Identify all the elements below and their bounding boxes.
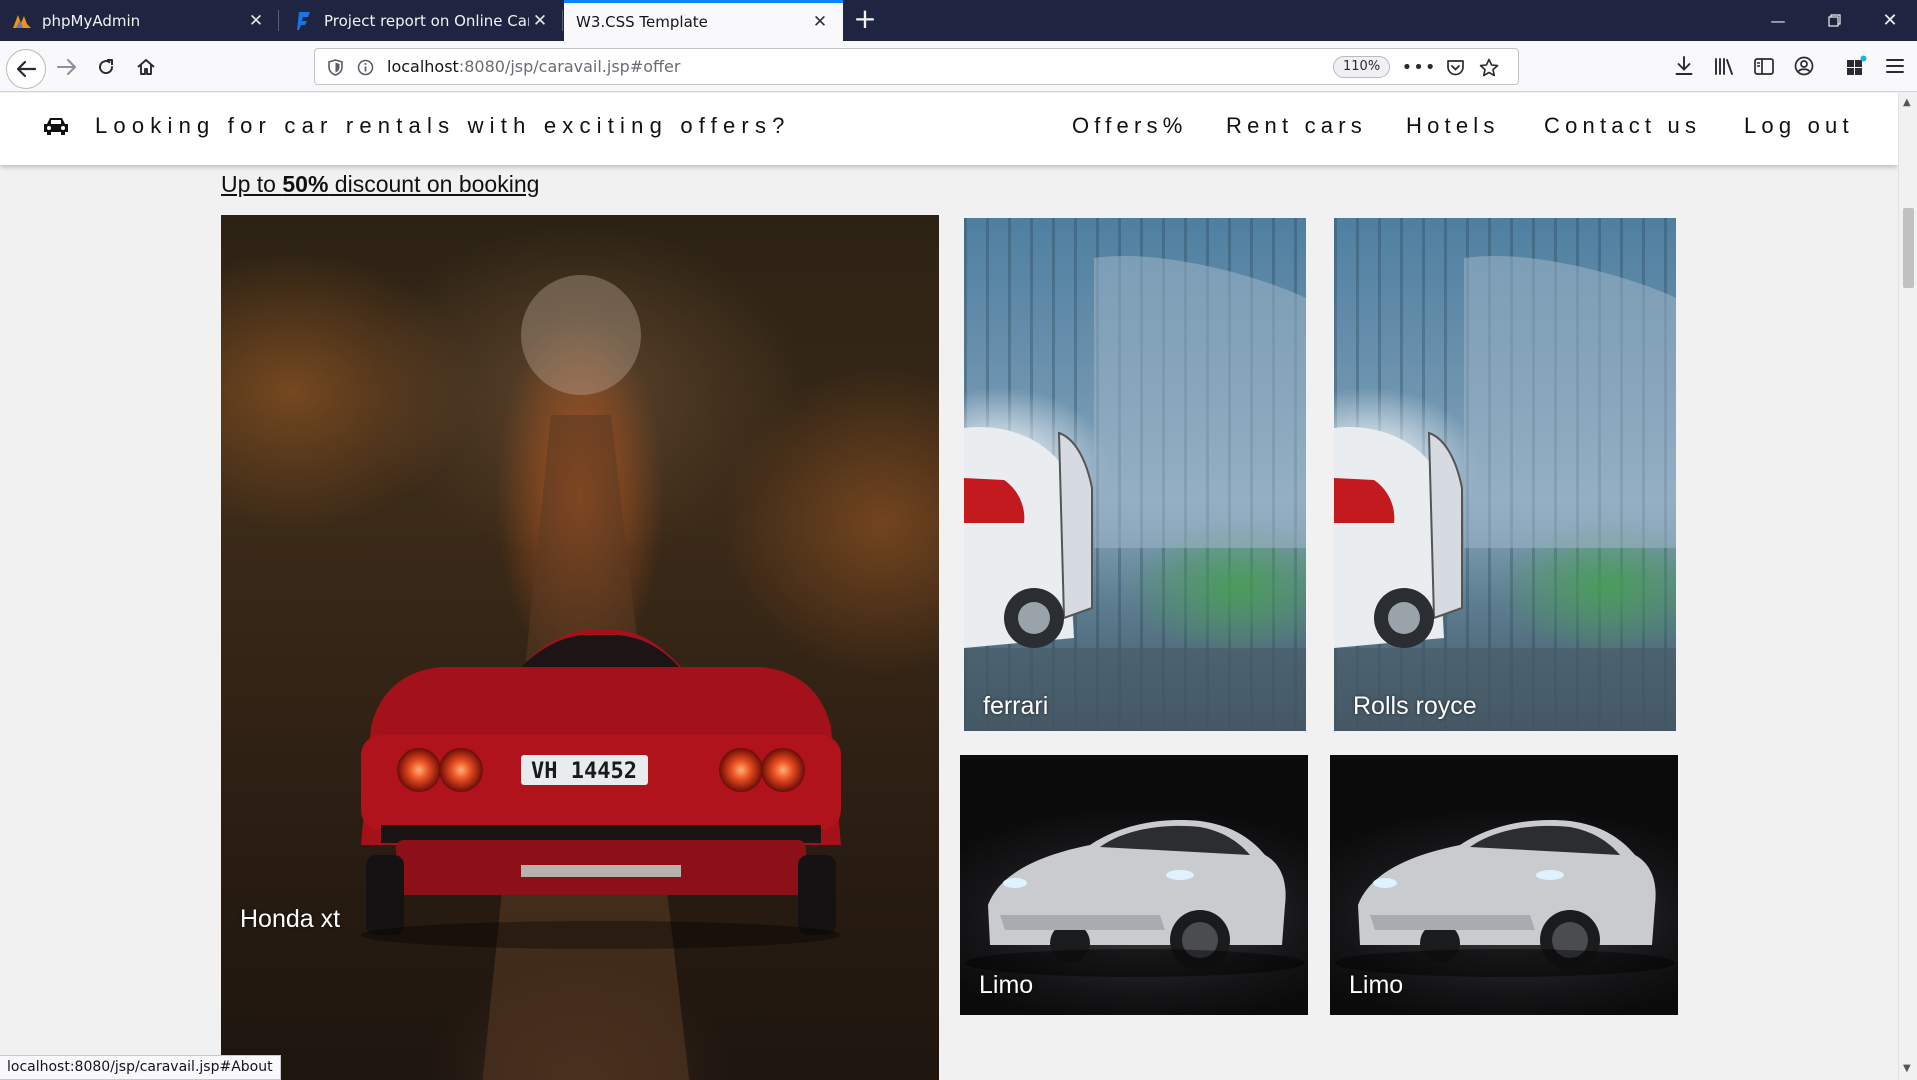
discount-percent: 50%	[282, 171, 329, 197]
nav-rent-cars[interactable]: Rent cars	[1226, 113, 1367, 139]
tab-phpmyadmin[interactable]: phpMyAdmin ✕	[0, 0, 279, 41]
tab-w3css-template[interactable]: W3.CSS Template ✕	[564, 0, 843, 41]
downloads-icon[interactable]	[1668, 50, 1700, 82]
car-icon	[43, 115, 69, 137]
tab-strip: phpMyAdmin ✕ Project report on Online Ca…	[0, 0, 1917, 41]
zoom-level-indicator[interactable]: 110%	[1333, 56, 1391, 78]
site-info-icon[interactable]	[355, 57, 375, 77]
white-car-city-image	[964, 256, 1306, 731]
reload-icon[interactable]	[89, 50, 123, 84]
tracking-shield-icon[interactable]	[325, 57, 345, 77]
scroll-down-arrow-icon[interactable]: ▼	[1903, 1063, 1911, 1074]
card-caption: Limo	[979, 971, 1034, 999]
scrollbar-thumb[interactable]	[1903, 208, 1914, 288]
home-icon[interactable]	[129, 50, 163, 84]
url-host: localhost	[387, 57, 459, 76]
url-path: :8080/jsp/caravail.jsp#offer	[458, 57, 681, 76]
discount-post: discount on booking	[328, 171, 540, 197]
account-icon[interactable]	[1788, 50, 1820, 82]
close-window-icon[interactable]: ✕	[1862, 0, 1917, 41]
discount-heading: Up to 50% discount on booking	[221, 171, 539, 198]
red-sports-car-image: VH 14452	[361, 275, 841, 1080]
card-caption: ferrari	[983, 692, 1049, 720]
library-icon[interactable]	[1708, 50, 1740, 82]
scroll-up-arrow-icon[interactable]: ▲	[1903, 97, 1911, 108]
nav-contact-us[interactable]: Contact us	[1544, 113, 1701, 139]
vertical-scrollbar[interactable]: ▲ ▼	[1898, 93, 1917, 1080]
close-tab-icon[interactable]: ✕	[529, 11, 551, 31]
phpmyadmin-icon	[12, 11, 32, 31]
tab-title: W3.CSS Template	[576, 13, 708, 31]
status-url-text: localhost:8080/jsp/caravail.jsp#About	[7, 1059, 273, 1075]
url-bar[interactable]: localhost:8080/jsp/caravail.jsp#offer 11…	[314, 48, 1519, 85]
tab-project-report[interactable]: Project report on Online Car Re ✕	[282, 0, 563, 41]
pocket-icon[interactable]	[1445, 57, 1465, 77]
sidebar-toggle-icon[interactable]	[1748, 50, 1780, 82]
forward-arrow-icon[interactable]	[50, 50, 84, 84]
nav-log-out[interactable]: Log out	[1744, 113, 1854, 139]
hamburger-menu-icon[interactable]	[1880, 50, 1910, 82]
svg-text:VH 14452: VH 14452	[531, 759, 637, 784]
bookmark-star-icon[interactable]	[1479, 57, 1499, 77]
close-tab-icon[interactable]: ✕	[245, 11, 267, 31]
card-caption: Honda xt	[240, 905, 341, 933]
offer-card-limo[interactable]: Limo	[960, 755, 1308, 1015]
offer-card-rolls-royce[interactable]: Rolls royce	[1334, 218, 1676, 731]
offer-card-limo[interactable]: Limo	[1330, 755, 1678, 1015]
status-url-preview: localhost:8080/jsp/caravail.jsp#About	[0, 1055, 281, 1080]
freepdf-icon	[294, 11, 314, 31]
close-tab-icon[interactable]: ✕	[809, 12, 831, 32]
navigation-toolbar: localhost:8080/jsp/caravail.jsp#offer 11…	[0, 41, 1917, 92]
white-car-city-image	[1334, 256, 1676, 731]
minimize-icon[interactable]: —	[1750, 0, 1806, 41]
new-tab-plus-icon[interactable]: +	[850, 5, 880, 35]
site-top-bar: Looking for car rentals with exciting of…	[0, 93, 1898, 165]
extensions-icon[interactable]	[1840, 50, 1872, 82]
restore-icon[interactable]	[1806, 0, 1862, 41]
tab-title: Project report on Online Car Re	[324, 11, 529, 30]
offer-card-ferrari[interactable]: ferrari	[964, 218, 1306, 731]
page-viewport: Looking for car rentals with exciting of…	[0, 93, 1898, 1080]
more-actions-icon[interactable]: •••	[1402, 57, 1436, 78]
nav-offers[interactable]: Offers%	[1072, 113, 1187, 139]
nav-hotels[interactable]: Hotels	[1406, 113, 1500, 139]
brand-text: Looking for car rentals with exciting of…	[95, 113, 791, 138]
tab-title: phpMyAdmin	[42, 11, 141, 30]
card-caption: Rolls royce	[1353, 692, 1477, 720]
brand-link[interactable]: Looking for car rentals with exciting of…	[43, 113, 791, 139]
offer-card-honda-xt[interactable]: VH 14452 Honda xt	[221, 215, 939, 1080]
url-text[interactable]: localhost:8080/jsp/caravail.jsp#offer	[387, 57, 680, 76]
discount-pre: Up to	[221, 171, 283, 197]
card-caption: Limo	[1349, 971, 1404, 999]
back-arrow-icon[interactable]	[6, 49, 46, 89]
